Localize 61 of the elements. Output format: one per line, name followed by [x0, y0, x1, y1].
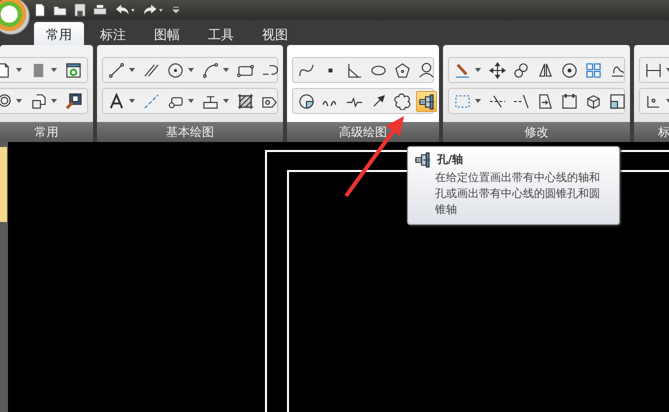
caret-icon: [51, 68, 57, 72]
group-label: 基本绘图: [97, 122, 283, 142]
extend-icon: [513, 92, 530, 110]
sector-icon: [298, 92, 315, 110]
hatch-icon: [237, 92, 254, 110]
stretch-icon: [537, 92, 554, 110]
pentagon-icon: [394, 62, 411, 78]
caret-icon: [16, 68, 22, 72]
caret-icon: [129, 68, 135, 72]
scale-icon: [609, 92, 626, 110]
bracket-icon: [561, 92, 578, 110]
ribbon-tab[interactable]: 常用: [34, 22, 84, 45]
app-logo-icon[interactable]: [0, 0, 30, 35]
angle-icon: [346, 62, 363, 78]
move-icon: [489, 62, 506, 78]
letter-icon: [108, 92, 125, 110]
caret-icon: [188, 99, 194, 103]
cloud-icon: [394, 92, 411, 110]
dimension-icon: [645, 62, 662, 78]
ribbon-tab[interactable]: 标注: [88, 22, 138, 45]
copy-icon: [513, 62, 530, 78]
figure-icon: [418, 62, 435, 78]
tooltip-title: 孔/轴: [437, 152, 464, 167]
parallel-icon: [143, 62, 160, 78]
mirror-icon: [537, 62, 554, 78]
trim-icon: [489, 92, 506, 110]
eraser-icon: [454, 62, 471, 78]
new-document-icon[interactable]: [32, 2, 48, 18]
caret-icon: [188, 68, 194, 72]
centerline-icon: [143, 92, 160, 110]
print-icon[interactable]: [92, 2, 108, 18]
group-label: 高级绘图: [287, 122, 439, 142]
caret-icon: [129, 99, 135, 103]
tool-button[interactable]: [63, 90, 84, 112]
point-icon: [328, 68, 333, 72]
ribbon-tab[interactable]: 图幅: [142, 22, 192, 45]
line-icon: [108, 62, 125, 78]
paste-icon: [30, 92, 47, 110]
tool-button[interactable]: [487, 60, 508, 80]
caret-icon: [475, 99, 481, 103]
shaft-icon: [414, 151, 431, 168]
circle-icon: [167, 62, 184, 78]
marquee-icon: [454, 92, 471, 110]
grid-icon: [585, 62, 602, 78]
group-label: 常用: [0, 122, 93, 142]
caret-icon: [223, 99, 229, 103]
caret-icon: [475, 68, 481, 72]
save-icon[interactable]: [72, 2, 88, 18]
caret-icon: [223, 68, 229, 72]
caret-icon: [51, 99, 57, 103]
tool-button[interactable]: [416, 90, 437, 112]
ribbon-tab[interactable]: 视图: [250, 22, 300, 45]
caret-icon: [16, 99, 22, 103]
tool-button[interactable]: [392, 90, 413, 112]
tooltip-description: 在给定位置画出带有中心线的轴和孔或画出带有中心线的圆锥孔和圆锥轴: [435, 170, 601, 218]
cube-icon: [585, 92, 602, 110]
group-label: 修改: [443, 122, 630, 142]
ribbon-tab[interactable]: 工具: [196, 22, 246, 45]
shaft-icon: [418, 92, 435, 110]
rotate-icon: [561, 62, 578, 78]
arc-icon: [202, 62, 219, 78]
